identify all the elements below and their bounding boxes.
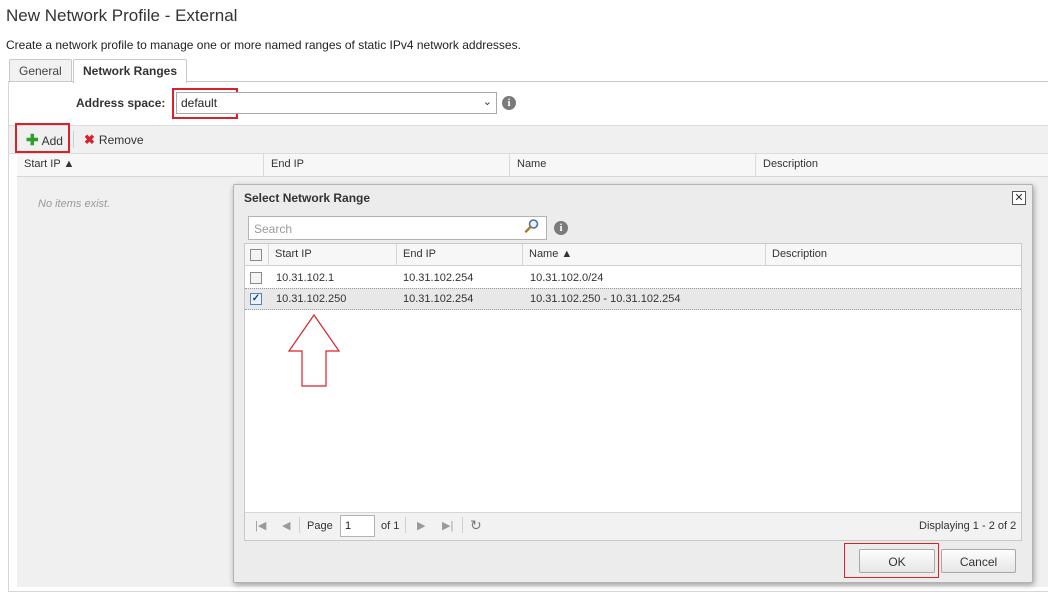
page-description: Create a network profile to manage one o… bbox=[6, 38, 521, 52]
cell-start-ip: 10.31.102.1 bbox=[276, 272, 335, 284]
add-label: Add bbox=[41, 134, 63, 148]
close-icon[interactable]: ✕ bbox=[1012, 191, 1026, 205]
toolbar-separator bbox=[73, 131, 74, 148]
search-input[interactable]: Search bbox=[248, 216, 547, 240]
dialog-column-start-ip[interactable]: Start IP bbox=[269, 244, 397, 266]
column-header-start-ip[interactable]: Start IP ▲ bbox=[17, 154, 264, 177]
cancel-button[interactable]: Cancel bbox=[941, 549, 1016, 573]
address-space-label: Address space: bbox=[76, 96, 166, 110]
prev-page-icon[interactable]: ◀ bbox=[282, 519, 290, 532]
column-header-end-ip[interactable]: End IP bbox=[264, 154, 510, 177]
page-count-label: of 1 bbox=[381, 520, 400, 532]
cell-name: 10.31.102.0/24 bbox=[530, 272, 604, 284]
pager-separator bbox=[405, 517, 406, 533]
cell-end-ip: 10.31.102.254 bbox=[403, 272, 474, 284]
row-checkbox[interactable] bbox=[250, 272, 262, 284]
select-all-cell bbox=[245, 244, 269, 266]
dialog-title: Select Network Range bbox=[244, 191, 371, 205]
cell-name: 10.31.102.250 - 10.31.102.254 bbox=[530, 293, 681, 305]
last-page-icon[interactable]: ▶| bbox=[442, 519, 453, 532]
cell-start-ip: 10.31.102.250 bbox=[276, 293, 347, 305]
table-row[interactable]: 10.31.102.1 10.31.102.254 10.31.102.0/24 bbox=[245, 267, 1021, 289]
tab-general[interactable]: General bbox=[9, 59, 72, 82]
select-all-checkbox[interactable] bbox=[250, 249, 262, 261]
table-row-selected[interactable]: ✓ 10.31.102.250 10.31.102.254 10.31.102.… bbox=[245, 288, 1021, 310]
ok-button[interactable]: OK bbox=[859, 549, 935, 573]
grid-toolbar bbox=[9, 125, 1048, 154]
address-space-value: default bbox=[181, 96, 218, 110]
address-space-select[interactable]: default ⌄ bbox=[176, 92, 497, 114]
refresh-icon[interactable]: ↻ bbox=[470, 517, 482, 534]
remove-button[interactable]: ✖ Remove bbox=[84, 132, 144, 148]
column-header-description[interactable]: Description bbox=[756, 154, 1048, 177]
tab-network-ranges[interactable]: Network Ranges bbox=[73, 59, 188, 83]
chevron-down-icon: ⌄ bbox=[482, 96, 492, 108]
next-page-icon[interactable]: ▶ bbox=[417, 519, 425, 532]
dialog-column-end-ip[interactable]: End IP bbox=[397, 244, 523, 266]
first-page-icon[interactable]: |◀ bbox=[255, 519, 266, 532]
remove-x-icon: ✖ bbox=[84, 132, 95, 147]
page-label: Page bbox=[307, 520, 333, 532]
pager-separator bbox=[462, 517, 463, 533]
dialog-column-description[interactable]: Description bbox=[766, 244, 1021, 266]
up-arrow-annotation-icon bbox=[288, 314, 341, 387]
pager-separator bbox=[299, 517, 300, 533]
displaying-count: Displaying 1 - 2 of 2 bbox=[919, 520, 1017, 532]
page-title: New Network Profile - External bbox=[6, 6, 238, 25]
empty-message: No items exist. bbox=[38, 198, 111, 210]
info-icon[interactable]: i bbox=[502, 96, 516, 110]
row-checkbox-checked[interactable]: ✓ bbox=[250, 293, 262, 305]
search-magnifier-icon[interactable] bbox=[524, 218, 540, 237]
remove-label: Remove bbox=[98, 133, 144, 147]
dialog-column-name[interactable]: Name ▲ bbox=[523, 244, 766, 266]
info-icon[interactable]: i bbox=[554, 221, 568, 235]
cell-end-ip: 10.31.102.254 bbox=[403, 293, 474, 305]
page-number-input[interactable]: 1 bbox=[340, 515, 375, 537]
add-button[interactable]: ✚ Add bbox=[26, 131, 63, 149]
plus-icon: ✚ bbox=[26, 132, 39, 149]
column-header-name[interactable]: Name bbox=[510, 154, 756, 177]
